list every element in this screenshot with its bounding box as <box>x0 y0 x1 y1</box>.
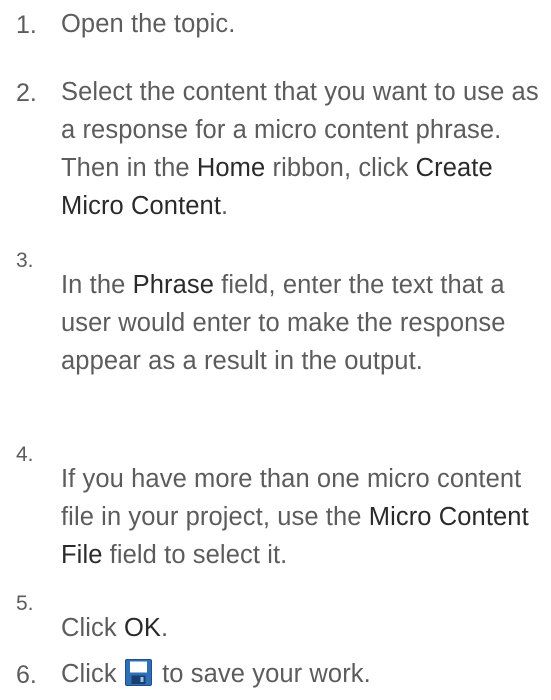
step-number: 6. <box>16 661 37 689</box>
step-text-part: Open the topic. <box>61 10 236 38</box>
step-number: 2. <box>16 79 37 107</box>
step-number: 5. <box>16 592 34 615</box>
step-text-part: field to select it. <box>102 541 288 569</box>
save-icon <box>124 659 152 686</box>
ui-term-phrase: Phrase <box>132 271 214 299</box>
step-text: Click OK. <box>61 609 543 647</box>
step-text-part: to save your work. <box>154 660 371 688</box>
ui-term-ok: OK <box>123 614 161 642</box>
step-text: In the Phrase field, enter the text that… <box>61 266 543 380</box>
step-text: Select the content that you want to use … <box>61 73 543 225</box>
step-text-part: In the <box>61 271 133 299</box>
ui-term-home: Home <box>196 154 266 182</box>
step-text-part: ribbon, click <box>265 154 416 182</box>
step-text-part: . <box>221 192 229 220</box>
step-text-part: Click <box>61 614 124 642</box>
step-text-part: Click <box>61 660 124 688</box>
procedure-steps: 1. Open the topic. 2. Select the content… <box>0 0 551 700</box>
step-text: If you have more than one micro content … <box>61 460 543 574</box>
step-text-part: . <box>160 614 169 642</box>
step-text: Open the topic. <box>61 5 543 43</box>
step-number: 3. <box>16 249 34 272</box>
step-number: 1. <box>16 11 37 39</box>
step-number: 4. <box>16 443 34 466</box>
step-text: Click to save your work. <box>61 655 543 693</box>
